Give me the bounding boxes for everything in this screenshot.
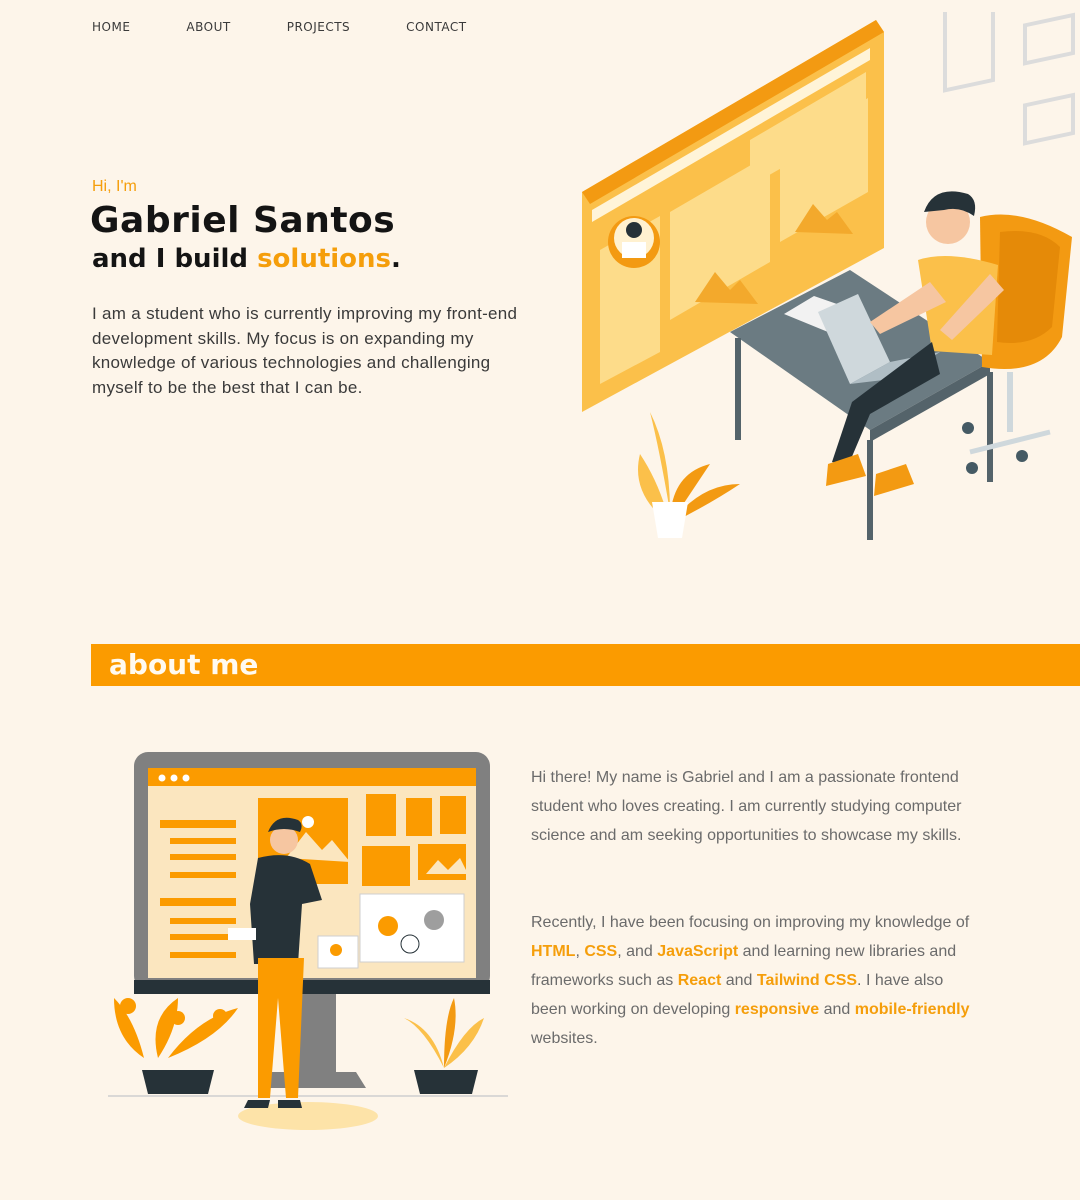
- skill-tailwind: Tailwind CSS: [756, 972, 858, 989]
- about-text-segment: and: [721, 972, 757, 989]
- nav-projects-link[interactable]: PROJECTS: [287, 20, 350, 34]
- about-text-segment: , and: [617, 943, 658, 960]
- nav-home-link[interactable]: HOME: [92, 20, 130, 34]
- skill-javascript: JavaScript: [657, 943, 739, 960]
- about-paragraph-2: Recently, I have been focusing on improv…: [531, 908, 981, 1053]
- skill-react: React: [677, 972, 722, 989]
- tagline-accent: solutions: [257, 244, 392, 274]
- nav-contact-link[interactable]: CONTACT: [406, 20, 466, 34]
- nav-about-link[interactable]: ABOUT: [186, 20, 230, 34]
- about-text-segment: websites.: [531, 1030, 598, 1047]
- skill-css: CSS: [584, 943, 618, 960]
- skill-mobile-friendly: mobile-friendly: [854, 1001, 970, 1018]
- developer-at-desk-illustration: [582, 12, 1075, 540]
- hero-tagline: and I build solutions.: [92, 244, 401, 274]
- about-text-segment: and: [819, 1001, 855, 1018]
- tagline-suffix: .: [391, 244, 401, 274]
- about-paragraph-1: Hi there! My name is Gabriel and I am a …: [531, 769, 962, 844]
- skill-responsive: responsive: [734, 1001, 820, 1018]
- about-text-segment: Recently, I have been focusing on improv…: [531, 914, 970, 931]
- about-heading: about me: [109, 648, 259, 681]
- top-nav: HOME ABOUT PROJECTS CONTACT: [92, 20, 523, 34]
- about-section-banner: about me: [91, 644, 1080, 686]
- about-text-segment: ,: [575, 943, 585, 960]
- hero-intro: I am a student who is currently improvin…: [92, 304, 518, 397]
- skill-html: HTML: [531, 943, 576, 960]
- person-at-monitor-illustration: [108, 752, 508, 1130]
- hero-name: Gabriel Santos: [90, 200, 396, 241]
- hero-greeting: Hi, I'm: [92, 178, 137, 195]
- tagline-prefix: and I build: [92, 244, 258, 274]
